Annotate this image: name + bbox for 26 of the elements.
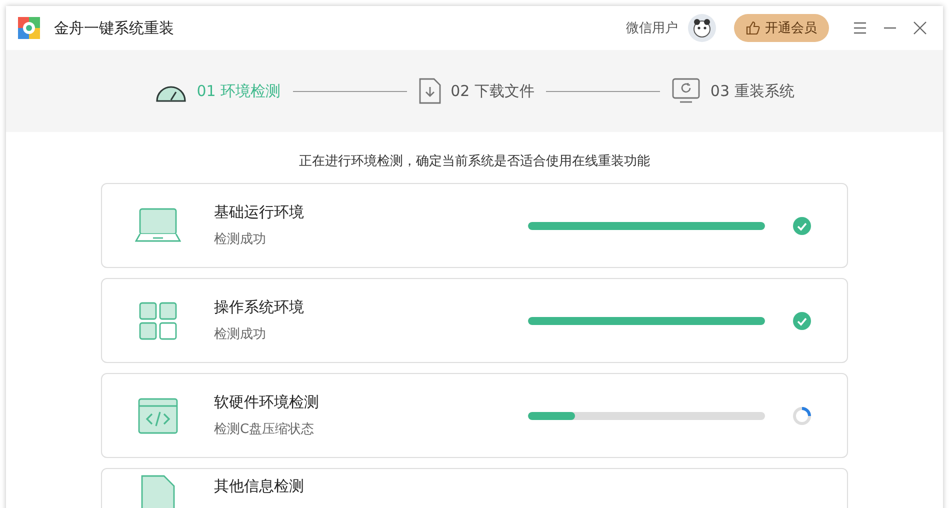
- thumbs-up-icon: [746, 21, 760, 35]
- minimize-icon[interactable]: [883, 27, 897, 29]
- download-file-icon: [418, 78, 441, 104]
- notice-text: 正在进行环境检测，确定当前系统是否适合使用在线重装功能: [299, 153, 650, 170]
- user-name: 微信用户: [626, 20, 678, 37]
- check-status-text: 检测成功: [214, 326, 267, 343]
- check-status-text: 检测C盘压缩状态: [214, 421, 316, 438]
- vip-button[interactable]: 开通会员: [734, 14, 829, 42]
- close-icon[interactable]: [913, 21, 927, 35]
- monitor-refresh-icon: [672, 78, 700, 104]
- check-title: 软硬件环境检测: [214, 393, 319, 412]
- step-indicator: 03 重装系统: [672, 78, 794, 104]
- window-title: 金舟一键系统重装: [54, 18, 174, 38]
- check-title: 基础运行环境: [214, 203, 304, 222]
- check-status-text: 检测成功: [214, 231, 267, 248]
- laptop-icon: [135, 208, 181, 244]
- check-title: 操作系统环境: [214, 298, 304, 317]
- app-logo-icon: [18, 17, 40, 39]
- check-title: 其他信息检测: [214, 477, 304, 496]
- step-indicator: 01 环境检测: [154, 80, 281, 102]
- code-window-icon: [138, 398, 178, 434]
- avatar-icon[interactable]: [688, 14, 716, 42]
- grid-icon: [139, 302, 177, 340]
- file-icon: [141, 475, 175, 508]
- step-indicator: 02 下载文件: [418, 78, 534, 104]
- menu-icon[interactable]: [853, 21, 867, 35]
